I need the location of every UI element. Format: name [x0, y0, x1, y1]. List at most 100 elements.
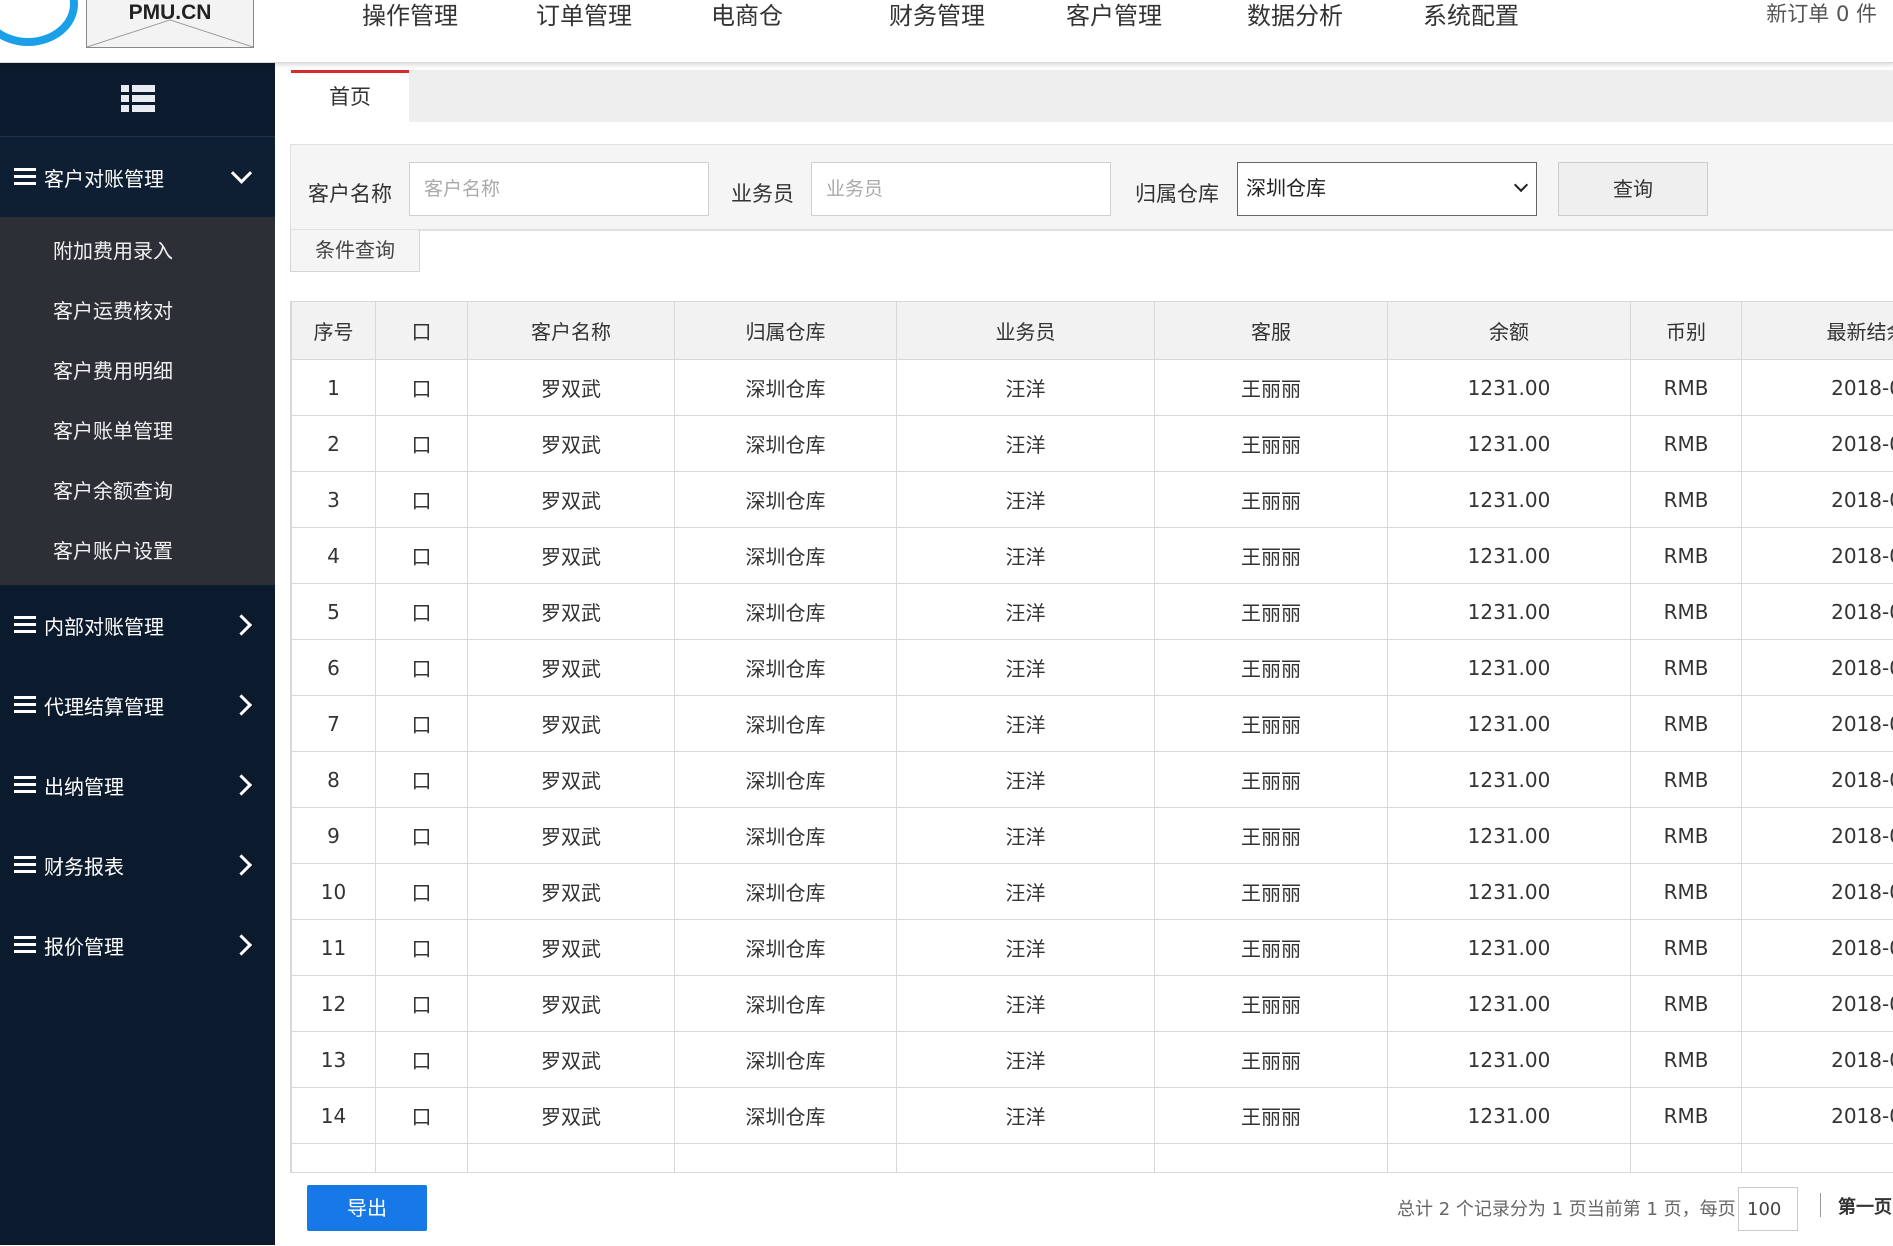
table-cell-customer-name: 罗双武	[468, 808, 675, 864]
menu-icon	[14, 856, 36, 874]
row-checkbox[interactable]: 口	[376, 584, 468, 640]
table-cell-warehouse: 深圳仓库	[675, 976, 897, 1032]
table-cell-empty	[1631, 1144, 1742, 1173]
row-checkbox[interactable]: 口	[376, 416, 468, 472]
nav-item-orders[interactable]: 订单管理	[536, 0, 632, 31]
table-cell-currency: RMB	[1631, 920, 1742, 976]
table-header-col-index: 序号	[292, 302, 376, 360]
page-size-input[interactable]	[1738, 1187, 1798, 1231]
warehouse-select[interactable]: 深圳仓库	[1237, 162, 1537, 216]
nav-item-data-analysis[interactable]: 数据分析	[1247, 0, 1343, 31]
sidebar-group-cashier[interactable]: 出纳管理	[0, 745, 275, 825]
row-checkbox[interactable]: 口	[376, 528, 468, 584]
salesperson-input[interactable]	[811, 162, 1111, 216]
sidebar-group-agent-settlement[interactable]: 代理结算管理	[0, 665, 275, 745]
row-checkbox[interactable]: 口	[376, 808, 468, 864]
table-row[interactable]: 3口罗双武深圳仓库汪洋王丽丽1231.00RMB2018-02-	[292, 472, 1893, 528]
sidebar-group-quotation[interactable]: 报价管理	[0, 905, 275, 985]
row-checkbox[interactable]: 口	[376, 640, 468, 696]
nav-item-system-config[interactable]: 系统配置	[1423, 0, 1519, 31]
list-grid-icon	[121, 85, 155, 113]
table-cell-latest-settlement: 2018-02-	[1742, 1032, 1893, 1088]
query-button[interactable]: 查询	[1558, 162, 1708, 216]
table-cell-balance: 1231.00	[1388, 528, 1631, 584]
table-row[interactable]: 14口罗双武深圳仓库汪洋王丽丽1231.00RMB2018-02-	[292, 1088, 1893, 1144]
table-cell-empty	[468, 1144, 675, 1173]
export-button[interactable]: 导出	[307, 1185, 427, 1231]
table-row[interactable]: 12口罗双武深圳仓库汪洋王丽丽1231.00RMB2018-02-	[292, 976, 1893, 1032]
nav-item-finance[interactable]: 财务管理	[889, 0, 985, 31]
sidebar-group-customer-reconciliation[interactable]: 客户对账管理	[0, 137, 275, 217]
table-cell-index: 2	[292, 416, 376, 472]
menu-icon	[14, 616, 36, 634]
row-checkbox[interactable]: 口	[376, 864, 468, 920]
tab-home[interactable]: 首页	[291, 70, 409, 122]
table-row[interactable]: 11口罗双武深圳仓库汪洋王丽丽1231.00RMB2018-02-	[292, 920, 1893, 976]
table-row[interactable]: 1口罗双武深圳仓库汪洋王丽丽1231.00RMB2018-02-	[292, 360, 1893, 416]
table-row[interactable]: 8口罗双武深圳仓库汪洋王丽丽1231.00RMB2018-02-	[292, 752, 1893, 808]
row-checkbox[interactable]: 口	[376, 696, 468, 752]
nav-item-operations[interactable]: 操作管理	[362, 0, 458, 31]
table-row[interactable]: 10口罗双武深圳仓库汪洋王丽丽1231.00RMB2018-02-	[292, 864, 1893, 920]
nav-item-customers[interactable]: 客户管理	[1066, 0, 1162, 31]
table-cell-latest-settlement: 2018-02-	[1742, 640, 1893, 696]
table-row[interactable]: 7口罗双武深圳仓库汪洋王丽丽1231.00RMB2018-02-	[292, 696, 1893, 752]
table-row[interactable]: 9口罗双武深圳仓库汪洋王丽丽1231.00RMB2018-02-	[292, 808, 1893, 864]
nav-item-ecommerce-warehouse[interactable]: 电商仓	[711, 0, 783, 31]
row-checkbox[interactable]: 口	[376, 1032, 468, 1088]
table-row[interactable]: 4口罗双武深圳仓库汪洋王丽丽1231.00RMB2018-02-	[292, 528, 1893, 584]
table-cell-currency: RMB	[1631, 976, 1742, 1032]
row-checkbox[interactable]: 口	[376, 360, 468, 416]
sidebar-item-extra-fee-entry[interactable]: 附加费用录入	[0, 221, 275, 281]
sidebar-group-internal-reconciliation[interactable]: 内部对账管理	[0, 585, 275, 665]
table-cell-customer-name: 罗双武	[468, 920, 675, 976]
table-cell-salesperson: 汪洋	[897, 976, 1155, 1032]
row-checkbox[interactable]: 口	[376, 920, 468, 976]
pager-summary: 总计 2 个记录分为 1 页当前第 1 页，每页	[1397, 1195, 1736, 1221]
first-page-link[interactable]: 第一页	[1838, 1193, 1892, 1219]
table-cell-index: 3	[292, 472, 376, 528]
table-header-col-select[interactable]: 口	[376, 302, 468, 360]
condition-query-tab[interactable]: 条件查询	[290, 230, 420, 272]
sidebar-item-account-settings[interactable]: 客户账户设置	[0, 521, 275, 581]
table-cell-latest-settlement: 2018-02-	[1742, 584, 1893, 640]
table-row[interactable]: 13口罗双武深圳仓库汪洋王丽丽1231.00RMB2018-02-	[292, 1032, 1893, 1088]
table-cell-warehouse: 深圳仓库	[675, 920, 897, 976]
sidebar-group-financial-reports[interactable]: 财务报表	[0, 825, 275, 905]
logo[interactable]: PMU.CN	[86, 0, 254, 48]
table-cell-currency: RMB	[1631, 696, 1742, 752]
table-row[interactable]: 5口罗双武深圳仓库汪洋王丽丽1231.00RMB2018-02-	[292, 584, 1893, 640]
warehouse-label: 归属仓库	[1135, 178, 1219, 208]
table-cell-customer-name: 罗双武	[468, 864, 675, 920]
row-checkbox[interactable]: 口	[376, 976, 468, 1032]
sidebar-item-fee-details[interactable]: 客户费用明细	[0, 341, 275, 401]
table-cell-customer-service: 王丽丽	[1155, 920, 1388, 976]
table-cell-latest-settlement: 2018-02-	[1742, 976, 1893, 1032]
table-cell-salesperson: 汪洋	[897, 696, 1155, 752]
customer-name-input[interactable]	[409, 162, 709, 216]
chevron-right-icon	[231, 614, 252, 635]
sidebar-toggle[interactable]	[0, 62, 275, 137]
divider	[420, 230, 1893, 231]
sidebar-item-freight-check[interactable]: 客户运费核对	[0, 281, 275, 341]
table-cell-latest-settlement: 2018-02-	[1742, 864, 1893, 920]
table-cell-currency: RMB	[1631, 864, 1742, 920]
table-cell-latest-settlement: 2018-02-	[1742, 528, 1893, 584]
table-row[interactable]: 6口罗双武深圳仓库汪洋王丽丽1231.00RMB2018-02-	[292, 640, 1893, 696]
table-cell-empty	[1742, 1144, 1893, 1173]
row-checkbox[interactable]: 口	[376, 752, 468, 808]
table-cell-customer-name: 罗双武	[468, 472, 675, 528]
new-order-count[interactable]: 新订单 0 件	[1766, 0, 1877, 28]
sidebar-item-bill-management[interactable]: 客户账单管理	[0, 401, 275, 461]
row-checkbox[interactable]: 口	[376, 1088, 468, 1144]
table-cell-warehouse: 深圳仓库	[675, 1088, 897, 1144]
table-cell-empty	[1388, 1144, 1631, 1173]
sidebar-item-balance-query[interactable]: 客户余额查询	[0, 461, 275, 521]
logo-text: PMU.CN	[87, 1, 253, 25]
row-checkbox[interactable]: 口	[376, 472, 468, 528]
table-cell-currency: RMB	[1631, 1032, 1742, 1088]
sidebar: 客户对账管理 附加费用录入 客户运费核对 客户费用明细 客户账单管理 客户余额查…	[0, 62, 275, 1245]
table-row[interactable]: 2口罗双武深圳仓库汪洋王丽丽1231.00RMB2018-02-	[292, 416, 1893, 472]
table-cell-salesperson: 汪洋	[897, 472, 1155, 528]
table-header-row: 序号口客户名称归属仓库业务员客服余额币别最新结余时	[292, 302, 1893, 360]
